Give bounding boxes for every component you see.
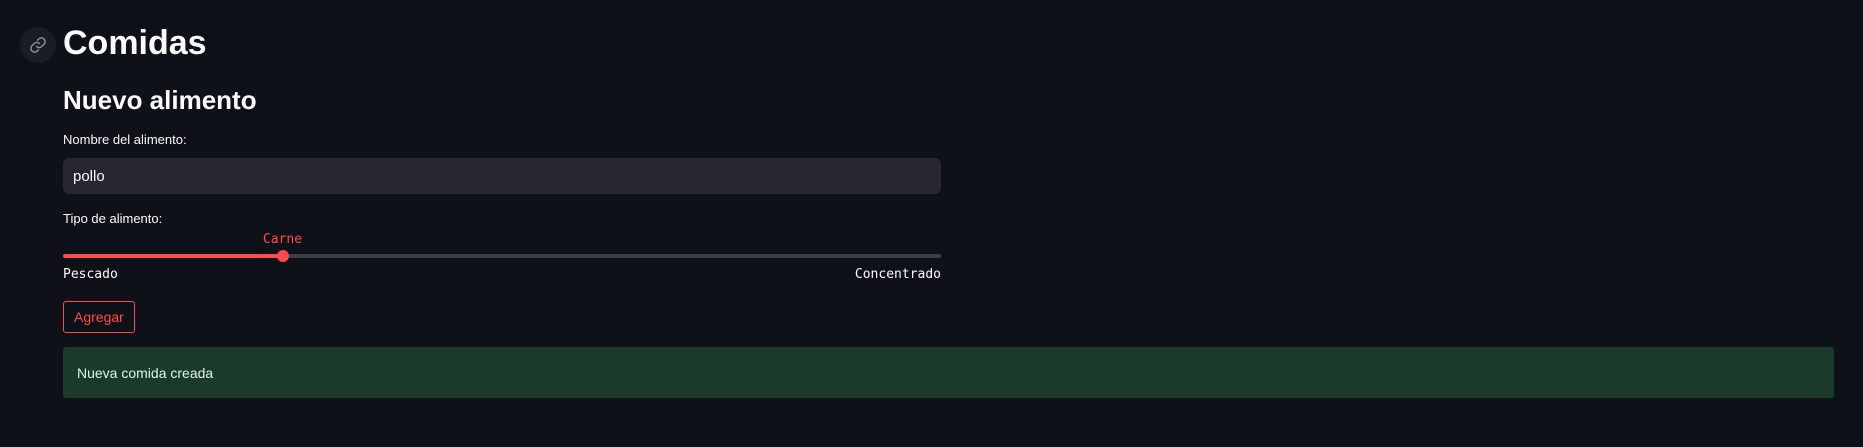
success-alert: Nueva comida creada xyxy=(63,347,1834,398)
name-field-label: Nombre del alimento: xyxy=(63,132,187,147)
food-name-input[interactable] xyxy=(63,158,941,194)
app-page: Comidas Nuevo alimento Nombre del alimen… xyxy=(0,0,1863,447)
add-button[interactable]: Agregar xyxy=(63,301,135,333)
slider-min-label: Pescado xyxy=(63,267,118,282)
slider-thumb[interactable] xyxy=(276,250,289,262)
alert-message: Nueva comida creada xyxy=(77,364,214,381)
slider-fill xyxy=(63,254,283,258)
page-title: Comidas xyxy=(63,24,207,62)
food-type-slider[interactable]: Carne Pescado Concentrado xyxy=(63,230,941,286)
type-field-label: Tipo de alimento: xyxy=(63,211,163,226)
link-icon[interactable] xyxy=(20,27,56,63)
form-heading: Nuevo alimento xyxy=(63,85,257,115)
slider-max-label: Concentrado xyxy=(854,267,941,282)
slider-current-value: Carne xyxy=(262,232,303,247)
